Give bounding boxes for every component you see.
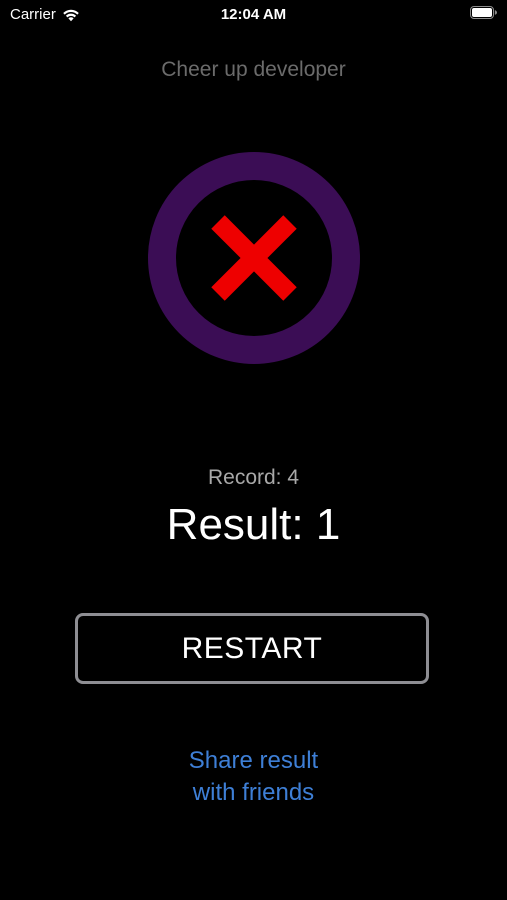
battery-icon [470,6,497,19]
result-label: Result: 1 [166,500,341,549]
game-over-screen: Carrier 12:04 AM Cheer up developer Reco… [0,0,507,900]
status-time: 12:04 AM [220,6,287,23]
cross-icon [211,215,297,301]
restart-button[interactable]: RESTART [75,613,429,684]
result-badge [148,152,360,364]
subtitle: Cheer up developer [161,58,346,81]
status-bar: Carrier 12:04 AM [0,0,507,28]
status-right [470,6,497,19]
share-line-2: with friends [192,779,315,806]
record-label: Record: 4 [207,466,300,489]
share-line-1: Share result [188,747,319,774]
share-result-link[interactable]: Share result with friends [0,745,507,809]
